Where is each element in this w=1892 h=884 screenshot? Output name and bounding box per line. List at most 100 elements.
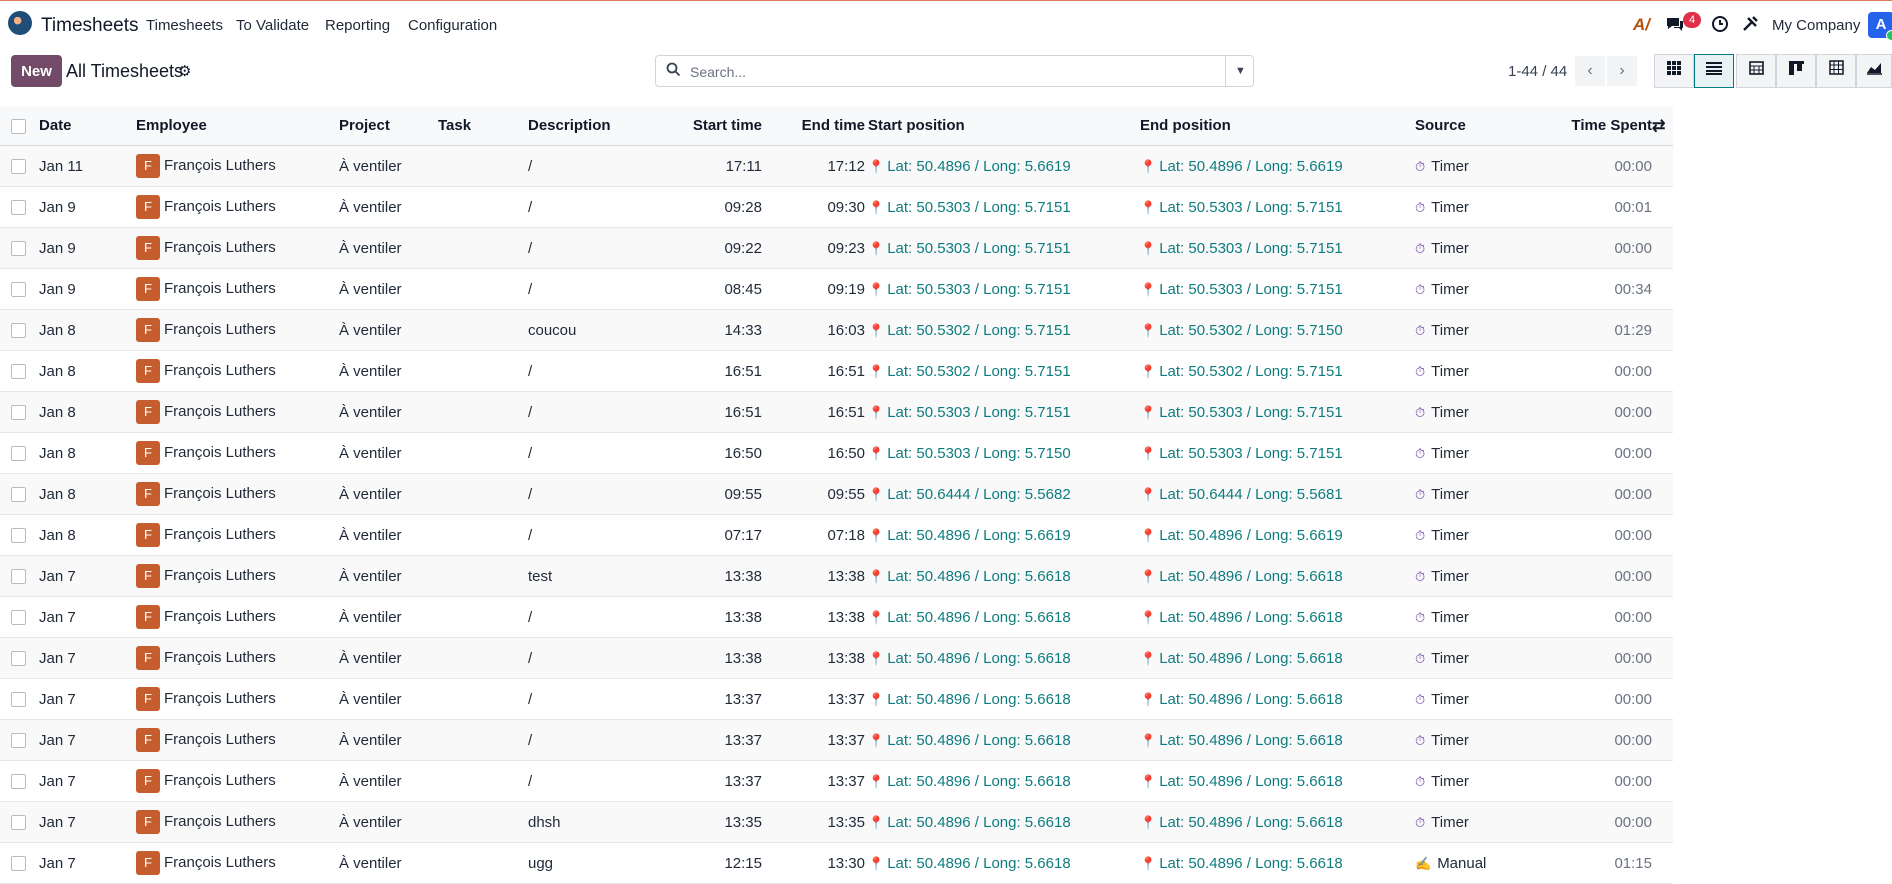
start-position-link[interactable]: Lat: 50.4896 / Long: 5.6618 <box>887 691 1071 708</box>
search-icon[interactable] <box>666 62 681 81</box>
cell-employee[interactable]: F François Luthers <box>136 350 339 392</box>
start-position-link[interactable]: Lat: 50.4896 / Long: 5.6618 <box>887 568 1071 585</box>
start-position-link[interactable]: Lat: 50.5302 / Long: 5.7151 <box>887 363 1071 380</box>
table-row[interactable]: Jan 7 F François Luthers À ventiler / 13:… <box>0 760 1673 802</box>
end-position-link[interactable]: Lat: 50.5302 / Long: 5.7151 <box>1159 363 1343 380</box>
cell-start-position[interactable]: 📍 Lat: 50.4896 / Long: 5.6618 <box>865 801 1140 843</box>
cell-start-position[interactable]: 📍 Lat: 50.5302 / Long: 5.7151 <box>865 350 1140 392</box>
cell-start-position[interactable]: 📍 Lat: 50.4896 / Long: 5.6618 <box>865 555 1140 597</box>
row-checkbox[interactable] <box>11 241 26 257</box>
row-checkbox[interactable] <box>11 487 26 503</box>
table-row[interactable]: Jan 8 F François Luthers À ventiler / 16:… <box>0 432 1673 474</box>
start-position-link[interactable]: Lat: 50.4896 / Long: 5.6618 <box>887 650 1071 667</box>
row-checkbox-cell[interactable] <box>0 596 39 638</box>
cell-start-position[interactable]: 📍 Lat: 50.5303 / Long: 5.7150 <box>865 432 1140 474</box>
end-position-link[interactable]: Lat: 50.5303 / Long: 5.7151 <box>1159 199 1343 216</box>
end-position-link[interactable]: Lat: 50.4896 / Long: 5.6618 <box>1159 650 1343 667</box>
cell-employee[interactable]: F François Luthers <box>136 473 339 515</box>
row-checkbox-cell[interactable] <box>0 473 39 515</box>
start-position-link[interactable]: Lat: 50.4896 / Long: 5.6618 <box>887 814 1071 831</box>
cell-start-position[interactable]: 📍 Lat: 50.5303 / Long: 5.7151 <box>865 268 1140 310</box>
employee-name[interactable]: François Luthers <box>164 198 276 215</box>
row-checkbox-cell[interactable] <box>0 432 39 474</box>
employee-name[interactable]: François Luthers <box>164 731 276 748</box>
table-row[interactable]: Jan 7 F François Luthers À ventiler / 13:… <box>0 637 1673 679</box>
start-position-link[interactable]: Lat: 50.5302 / Long: 5.7151 <box>887 322 1071 339</box>
cell-start-position[interactable]: 📍 Lat: 50.5303 / Long: 5.7151 <box>865 391 1140 433</box>
start-position-link[interactable]: Lat: 50.4896 / Long: 5.6619 <box>887 158 1071 175</box>
cell-employee[interactable]: F François Luthers <box>136 432 339 474</box>
search-options-toggle[interactable]: ▼ <box>1225 56 1255 86</box>
employee-name[interactable]: François Luthers <box>164 608 276 625</box>
employee-name[interactable]: François Luthers <box>164 813 276 830</box>
table-row[interactable]: Jan 7 F François Luthers À ventiler ugg 1… <box>0 842 1673 884</box>
cell-start-position[interactable]: 📍 Lat: 50.6444 / Long: 5.5682 <box>865 473 1140 515</box>
employee-name[interactable]: François Luthers <box>164 690 276 707</box>
pivot-view-button[interactable] <box>1816 54 1856 88</box>
cell-employee[interactable]: F François Luthers <box>136 678 339 720</box>
cell-start-position[interactable]: 📍 Lat: 50.4896 / Long: 5.6618 <box>865 596 1140 638</box>
cell-end-position[interactable]: 📍 Lat: 50.5303 / Long: 5.7151 <box>1140 227 1415 269</box>
row-checkbox-cell[interactable] <box>0 227 39 269</box>
row-checkbox[interactable] <box>11 528 26 544</box>
search-input[interactable] <box>688 60 1232 84</box>
employee-name[interactable]: François Luthers <box>164 854 276 871</box>
row-checkbox[interactable] <box>11 815 26 831</box>
end-position-link[interactable]: Lat: 50.5303 / Long: 5.7151 <box>1159 240 1343 257</box>
cell-end-position[interactable]: 📍 Lat: 50.4896 / Long: 5.6618 <box>1140 596 1415 638</box>
cell-employee[interactable]: F François Luthers <box>136 309 339 351</box>
row-checkbox-cell[interactable] <box>0 309 39 351</box>
employee-name[interactable]: François Luthers <box>164 444 276 461</box>
table-row[interactable]: Jan 8 F François Luthers À ventiler / 07:… <box>0 514 1673 556</box>
row-checkbox[interactable] <box>11 774 26 790</box>
table-row[interactable]: Jan 7 F François Luthers À ventiler / 13:… <box>0 719 1673 761</box>
employee-name[interactable]: François Luthers <box>164 280 276 297</box>
row-checkbox-cell[interactable] <box>0 145 39 187</box>
cell-end-position[interactable]: 📍 Lat: 50.4896 / Long: 5.6618 <box>1140 719 1415 761</box>
cell-end-position[interactable]: 📍 Lat: 50.4896 / Long: 5.6618 <box>1140 678 1415 720</box>
new-button[interactable]: New <box>11 55 62 87</box>
select-all-checkbox-cell[interactable] <box>0 106 39 146</box>
table-row[interactable]: Jan 7 F François Luthers À ventiler dhsh … <box>0 801 1673 843</box>
calendar-view-button[interactable] <box>1736 54 1776 88</box>
end-position-link[interactable]: Lat: 50.4896 / Long: 5.6619 <box>1159 527 1343 544</box>
select-all-checkbox[interactable] <box>11 118 26 134</box>
employee-name[interactable]: François Luthers <box>164 239 276 256</box>
start-position-link[interactable]: Lat: 50.4896 / Long: 5.6618 <box>887 609 1071 626</box>
end-position-link[interactable]: Lat: 50.4896 / Long: 5.6619 <box>1159 158 1343 175</box>
row-checkbox[interactable] <box>11 200 26 216</box>
cell-end-position[interactable]: 📍 Lat: 50.4896 / Long: 5.6618 <box>1140 842 1415 884</box>
gear-icon[interactable]: ⚙ <box>178 62 191 80</box>
end-position-link[interactable]: Lat: 50.6444 / Long: 5.5681 <box>1159 486 1343 503</box>
pager-previous-button[interactable]: ‹ <box>1575 56 1605 86</box>
row-checkbox[interactable] <box>11 405 26 421</box>
row-checkbox-cell[interactable] <box>0 514 39 556</box>
cell-end-position[interactable]: 📍 Lat: 50.5303 / Long: 5.7151 <box>1140 186 1415 228</box>
table-row[interactable]: Jan 9 F François Luthers À ventiler / 09:… <box>0 227 1673 269</box>
row-checkbox-cell[interactable] <box>0 678 39 720</box>
column-header-project[interactable]: Project <box>339 106 438 146</box>
start-position-link[interactable]: Lat: 50.5303 / Long: 5.7151 <box>887 199 1071 216</box>
row-checkbox[interactable] <box>11 446 26 462</box>
row-checkbox[interactable] <box>11 651 26 667</box>
end-position-link[interactable]: Lat: 50.4896 / Long: 5.6618 <box>1159 609 1343 626</box>
cell-start-position[interactable]: 📍 Lat: 50.4896 / Long: 5.6619 <box>865 514 1140 556</box>
cell-employee[interactable]: F François Luthers <box>136 555 339 597</box>
cell-employee[interactable]: F François Luthers <box>136 268 339 310</box>
employee-name[interactable]: François Luthers <box>164 321 276 338</box>
table-row[interactable]: Jan 7 F François Luthers À ventiler / 13:… <box>0 678 1673 720</box>
cell-end-position[interactable]: 📍 Lat: 50.4896 / Long: 5.6618 <box>1140 801 1415 843</box>
clock-icon[interactable] <box>1711 15 1729 38</box>
row-checkbox-cell[interactable] <box>0 637 39 679</box>
table-row[interactable]: Jan 8 F François Luthers À ventiler / 09:… <box>0 473 1673 515</box>
end-position-link[interactable]: Lat: 50.4896 / Long: 5.6618 <box>1159 691 1343 708</box>
row-checkbox-cell[interactable] <box>0 186 39 228</box>
cell-start-position[interactable]: 📍 Lat: 50.5303 / Long: 5.7151 <box>865 227 1140 269</box>
start-position-link[interactable]: Lat: 50.6444 / Long: 5.5682 <box>887 486 1071 503</box>
cell-end-position[interactable]: 📍 Lat: 50.4896 / Long: 5.6619 <box>1140 145 1415 187</box>
sliders-icon[interactable]: ⇄ <box>1652 118 1665 135</box>
pager-next-button[interactable]: › <box>1607 56 1637 86</box>
employee-name[interactable]: François Luthers <box>164 772 276 789</box>
menu-to-validate[interactable]: To Validate <box>236 17 309 34</box>
chat-icon[interactable] <box>1665 15 1685 38</box>
